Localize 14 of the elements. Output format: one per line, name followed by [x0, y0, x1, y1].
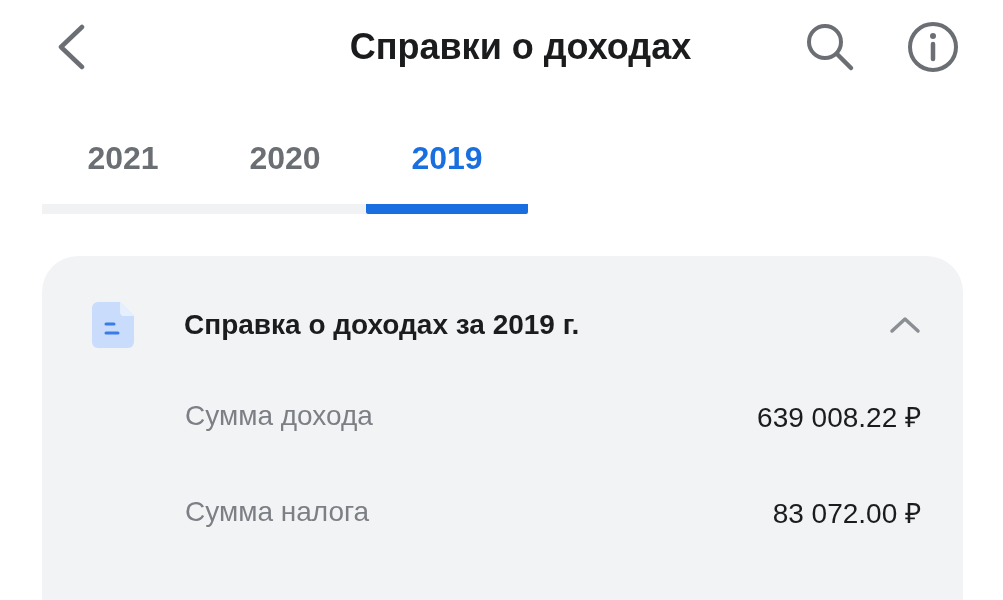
- page-title: Справки о доходах: [348, 26, 693, 68]
- chevron-up-icon[interactable]: [889, 316, 921, 334]
- year-tab[interactable]: 2020: [204, 126, 366, 214]
- year-tab[interactable]: 2019: [366, 126, 528, 214]
- certificate-title: Справка о доходах за 2019 г.: [184, 309, 581, 341]
- row-label: Сумма налога: [185, 496, 370, 528]
- search-icon[interactable]: [805, 22, 855, 72]
- document-icon: [90, 300, 136, 350]
- row-label: Сумма дохода: [185, 400, 373, 432]
- info-icon[interactable]: [907, 21, 959, 73]
- year-tab[interactable]: 2021: [42, 126, 204, 214]
- row-value: 639 008.22 ₽: [757, 401, 921, 435]
- row-value: 83 072.00 ₽: [772, 497, 921, 531]
- back-icon[interactable]: [56, 24, 86, 70]
